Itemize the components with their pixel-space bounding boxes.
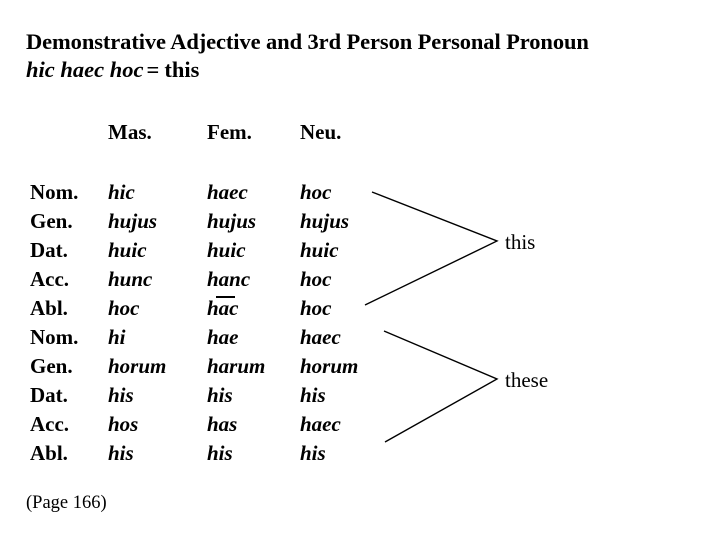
- singular-brace-pointer: [364, 191, 499, 306]
- table-cell-feminine: haec: [207, 180, 248, 204]
- table-cell-masculine: huic: [108, 238, 147, 262]
- plural-gloss-label: these: [505, 368, 549, 392]
- table-cell-feminine: hanc: [207, 267, 251, 291]
- table-cell-feminine: harum: [207, 354, 266, 378]
- table-cell-feminine: has: [207, 412, 238, 436]
- table-cell-masculine: hujus: [108, 209, 158, 233]
- title-equals-sign: =: [146, 57, 160, 82]
- table-cell-neuter: hoc: [300, 267, 332, 291]
- column-header-masculine: Mas.: [108, 120, 152, 144]
- table-cell-feminine: hae: [207, 325, 239, 349]
- table-row-case-label: Dat.: [30, 238, 68, 262]
- table-cell-feminine: his: [207, 383, 233, 407]
- table-cell-neuter: hoc: [300, 296, 332, 320]
- table-cell-masculine: hi: [108, 325, 126, 349]
- table-row-case-label: Dat.: [30, 383, 68, 407]
- table-cell-masculine: his: [108, 441, 134, 465]
- table-cell-masculine: hunc: [108, 267, 153, 291]
- title-latin-forms: hic haec hoc: [26, 57, 144, 82]
- table-cell-neuter: huic: [300, 238, 339, 262]
- table-cell-masculine: horum: [108, 354, 167, 378]
- title-subline: hic haec hoc = this: [26, 56, 686, 84]
- table-row-case-label: Gen.: [30, 354, 73, 378]
- table-cell-feminine: huic: [207, 238, 246, 262]
- table-cell-masculine: his: [108, 383, 134, 407]
- table-cell-feminine: hac: [207, 295, 239, 320]
- title-block: Demonstrative Adjective and 3rd Person P…: [26, 28, 686, 84]
- slide-canvas: Demonstrative Adjective and 3rd Person P…: [0, 0, 720, 540]
- table-cell-masculine: hoc: [108, 296, 140, 320]
- table-row-case-label: Abl.: [30, 441, 68, 465]
- table-row-case-label: Nom.: [30, 325, 79, 349]
- table-cell-neuter: his: [300, 441, 326, 465]
- table-cell-neuter: horum: [300, 354, 359, 378]
- table-cell-feminine: hujus: [207, 209, 257, 233]
- table-cell-masculine: hic: [108, 180, 135, 204]
- table-row-case-label: Acc.: [30, 267, 70, 291]
- page-reference: (Page 166): [26, 493, 107, 513]
- table-cell-masculine: hos: [108, 412, 139, 436]
- column-header-neuter: Neu.: [300, 120, 342, 144]
- table-row-case-label: Acc.: [30, 412, 70, 436]
- table-cell-neuter: his: [300, 383, 326, 407]
- table-cell-neuter: haec: [300, 325, 341, 349]
- table-row-case-label: Nom.: [30, 180, 79, 204]
- macron-marked-form: hac: [207, 295, 239, 320]
- singular-gloss-label: this: [505, 230, 536, 254]
- plural-brace-pointer: [383, 330, 499, 443]
- table-cell-feminine: his: [207, 441, 233, 465]
- table-row-case-label: Gen.: [30, 209, 73, 233]
- table-cell-neuter: hujus: [300, 209, 350, 233]
- table-cell-neuter: hoc: [300, 180, 332, 204]
- column-header-feminine: Fem.: [207, 120, 252, 144]
- table-cell-neuter: haec: [300, 412, 341, 436]
- page-title: Demonstrative Adjective and 3rd Person P…: [26, 29, 589, 54]
- title-english-gloss: this: [164, 57, 200, 82]
- table-row-case-label: Abl.: [30, 296, 68, 320]
